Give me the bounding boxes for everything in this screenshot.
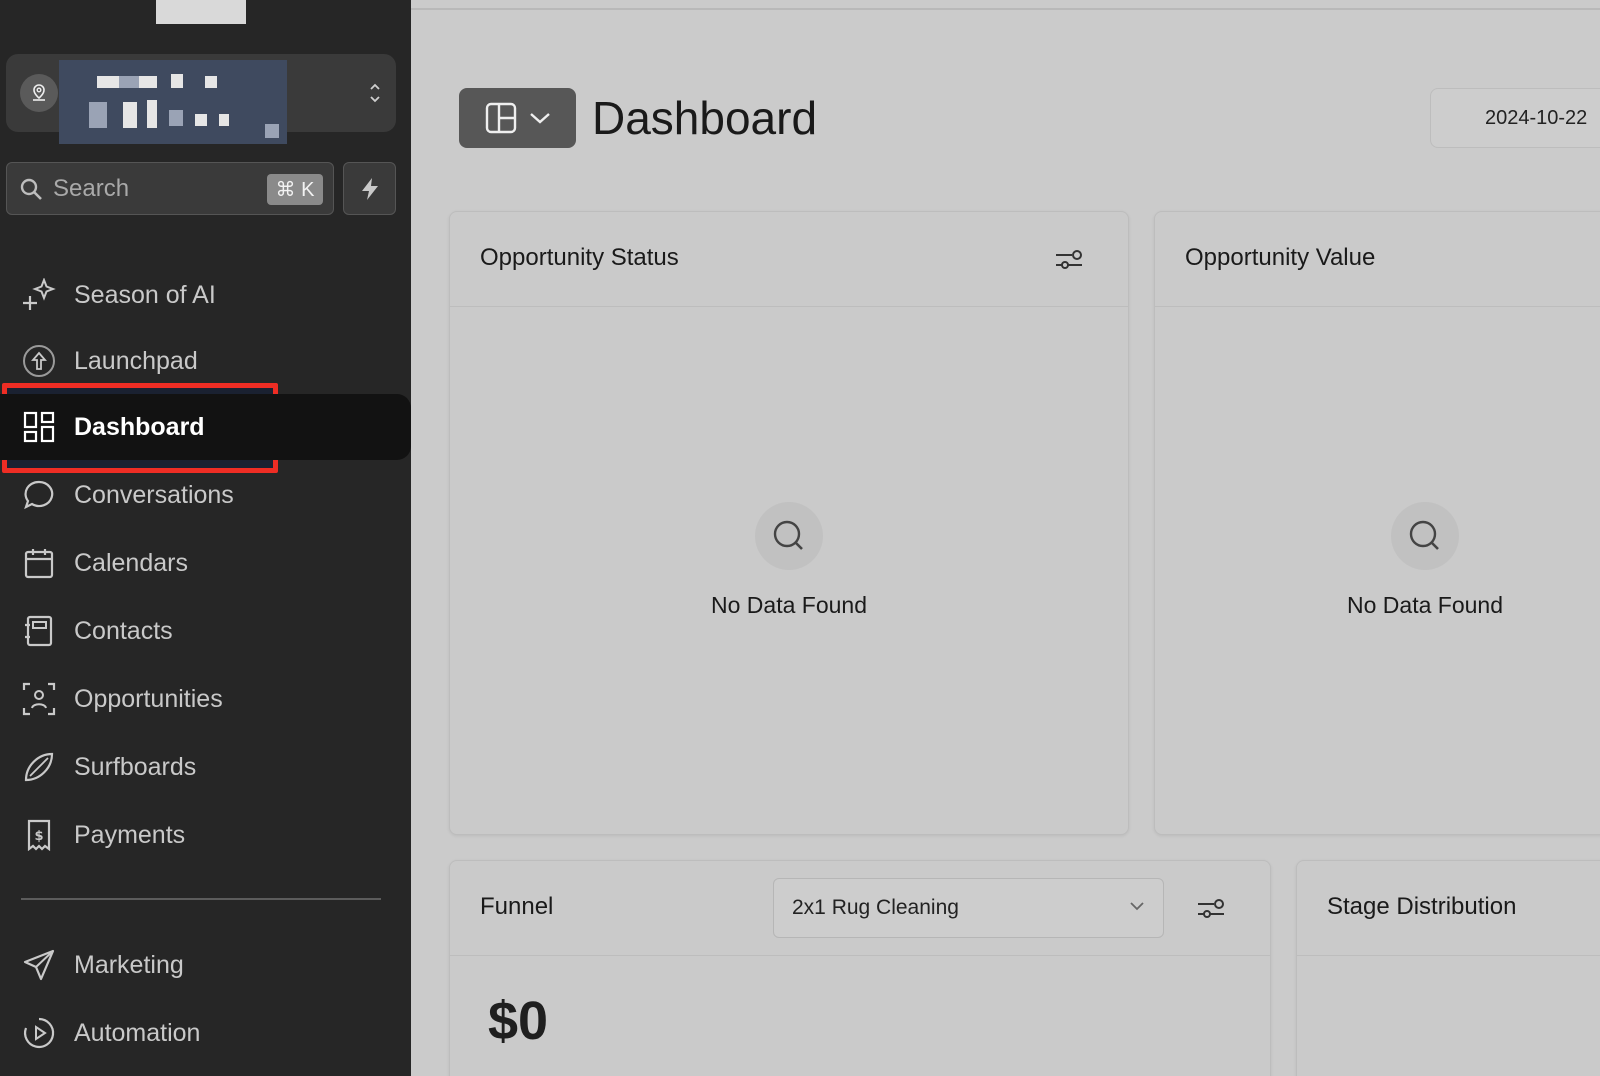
- opportunity-value-card: Opportunity Value No Data Found: [1154, 211, 1600, 835]
- funnel-total-value: $0: [488, 991, 549, 1051]
- dashboard-grid-icon: [22, 410, 56, 444]
- account-switcher[interactable]: [6, 54, 396, 144]
- surfboard-icon: [22, 750, 56, 784]
- sidebar-item-label: Calendars: [74, 548, 188, 577]
- account-name-redacted: [59, 60, 287, 144]
- sidebar-item-payments[interactable]: $ Payments: [0, 802, 411, 868]
- sidebar-item-label: Conversations: [74, 480, 234, 509]
- card-title: Stage Distribution: [1327, 893, 1517, 920]
- sidebar-item-label: Dashboard: [74, 412, 205, 441]
- top-tab[interactable]: [156, 0, 246, 24]
- sidebar-item-label: Automation: [74, 1018, 201, 1047]
- page-title: Dashboard: [592, 92, 818, 144]
- empty-state-text: No Data Found: [711, 592, 867, 618]
- lightning-icon: [361, 177, 378, 200]
- stage-distribution-card: Stage Distribution: [1296, 860, 1600, 1076]
- search-shortcut-badge: ⌘ K: [267, 174, 323, 205]
- sidebar-item-automation[interactable]: Automation: [0, 1000, 411, 1066]
- empty-state: No Data Found: [1155, 502, 1600, 619]
- sidebar-item-surfboards[interactable]: Surfboards: [0, 734, 411, 800]
- card-title: Opportunity Status: [480, 244, 679, 271]
- chevron-down-icon: [529, 113, 550, 124]
- empty-state: No Data Found: [450, 502, 1128, 619]
- sidebar-item-calendars[interactable]: Calendars: [0, 530, 411, 596]
- location-pin-icon: [20, 74, 58, 112]
- sidebar-item-marketing[interactable]: Marketing: [0, 932, 411, 998]
- search-box[interactable]: ⌘ K: [6, 162, 334, 215]
- chevron-up-down-icon: [370, 83, 380, 103]
- layout-switcher-button[interactable]: [459, 88, 576, 148]
- sidebar-item-launchpad[interactable]: Launchpad: [0, 328, 411, 394]
- contacts-book-icon: [22, 614, 56, 648]
- sidebar-item-label: Surfboards: [74, 752, 197, 781]
- sidebar-item-conversations[interactable]: Conversations: [0, 462, 411, 528]
- svg-text:$: $: [34, 829, 43, 844]
- sidebar-item-label: Contacts: [74, 616, 173, 645]
- opportunities-icon: [22, 682, 56, 716]
- layout-icon: [485, 102, 516, 134]
- sidebar-item-label: Payments: [74, 820, 186, 849]
- chevron-down-icon: [1130, 902, 1144, 911]
- sidebar-item-season-of-ai[interactable]: Season of AI: [0, 262, 411, 328]
- card-header: Stage Distribution: [1297, 861, 1600, 956]
- sidebar-item-label: Opportunities: [74, 684, 223, 713]
- automation-icon: [22, 1016, 56, 1050]
- sidebar-divider: [21, 898, 381, 900]
- sparkle-icon: [22, 278, 56, 312]
- top-bar: [411, 0, 1600, 10]
- sidebar-item-label: Season of AI: [74, 280, 216, 309]
- card-title: Funnel: [480, 893, 554, 920]
- sidebar-item-label: Launchpad: [74, 346, 198, 375]
- opportunity-status-card: Opportunity Status No Data Found: [449, 211, 1129, 835]
- sidebar-item-opportunities[interactable]: Opportunities: [0, 666, 411, 732]
- payments-icon: $: [22, 818, 56, 852]
- card-header: Opportunity Status: [450, 212, 1128, 307]
- filter-settings-icon[interactable]: [1054, 245, 1084, 275]
- pipeline-select-value: 2x1 Rug Cleaning: [792, 896, 959, 919]
- search-icon: [1391, 502, 1459, 570]
- search-icon: [755, 502, 823, 570]
- sidebar-item-contacts[interactable]: Contacts: [0, 598, 411, 664]
- calendar-icon: [22, 546, 56, 580]
- filter-settings-icon[interactable]: [1196, 894, 1226, 924]
- date-range-picker[interactable]: 2024-10-22: [1430, 88, 1600, 148]
- card-title: Opportunity Value: [1185, 244, 1376, 271]
- chat-bubble-icon: [22, 478, 56, 512]
- empty-state-text: No Data Found: [1347, 592, 1503, 618]
- sidebar: ⌘ K Season of AI Launchpad Dashboard Con…: [0, 0, 411, 1076]
- send-icon: [22, 948, 56, 982]
- launchpad-icon: [22, 344, 56, 378]
- search-icon: [20, 178, 42, 200]
- search-input[interactable]: [53, 171, 253, 207]
- pipeline-select[interactable]: 2x1 Rug Cleaning: [773, 878, 1164, 938]
- sidebar-item-label: Marketing: [74, 950, 184, 979]
- sidebar-item-dashboard[interactable]: Dashboard: [0, 394, 411, 460]
- quick-action-button[interactable]: [343, 162, 396, 215]
- card-header: Opportunity Value: [1155, 212, 1600, 307]
